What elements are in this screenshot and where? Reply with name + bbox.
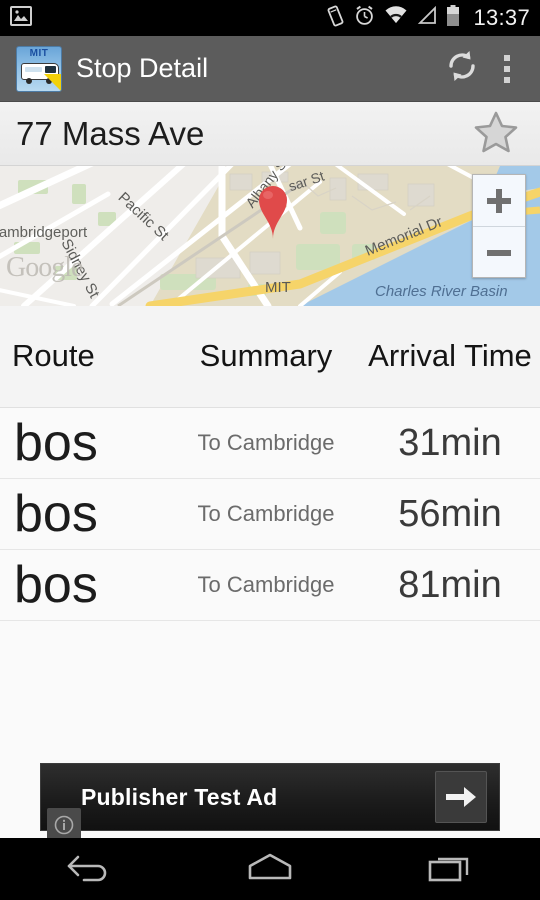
zoom-in-button[interactable] — [473, 175, 525, 226]
back-button[interactable] — [0, 838, 180, 900]
row-route: bos — [14, 485, 98, 543]
minus-icon — [487, 249, 511, 256]
map-zoom-controls — [472, 174, 526, 278]
arrivals-table: Route Summary Arrival Time bos To Cambri… — [0, 306, 540, 621]
overflow-menu-button[interactable] — [490, 41, 524, 97]
row-summary: To Cambridge — [197, 430, 335, 455]
refresh-icon — [443, 47, 481, 90]
wifi-icon — [384, 6, 408, 30]
back-icon — [66, 850, 114, 889]
row-summary: To Cambridge — [197, 572, 335, 597]
row-summary: To Cambridge — [197, 501, 335, 526]
ad-text: Publisher Test Ad — [81, 783, 278, 810]
column-header-summary: Summary — [199, 338, 333, 374]
phone-screen: 13:37 MIT Stop Detail 77 Mass Ave ambrid… — [0, 0, 540, 900]
stop-header: 77 Mass Ave — [0, 102, 540, 166]
app-icon-label: MIT — [29, 47, 49, 59]
row-arrival-time: 81min — [398, 563, 502, 606]
plus-icon — [487, 188, 511, 213]
google-watermark: Google — [6, 252, 83, 283]
page-title: Stop Detail — [76, 53, 209, 83]
status-bar: 13:37 — [0, 0, 540, 36]
table-row[interactable]: bos To Cambridge 81min — [0, 550, 540, 621]
refresh-button[interactable] — [434, 41, 490, 97]
favorite-button[interactable] — [468, 106, 524, 162]
row-arrival-time: 56min — [398, 492, 502, 535]
info-icon[interactable] — [47, 808, 81, 842]
action-bar: MIT Stop Detail — [0, 36, 540, 102]
vibrate-icon — [326, 5, 345, 32]
battery-icon — [446, 4, 460, 32]
row-route: bos — [14, 556, 98, 614]
bus-wheel-front — [26, 77, 32, 84]
signal-icon — [417, 5, 437, 30]
recents-button[interactable] — [360, 838, 540, 900]
overflow-menu-icon-dot2 — [504, 65, 510, 72]
home-icon — [243, 850, 297, 889]
overflow-menu-icon — [504, 54, 510, 61]
column-header-route: Route — [12, 338, 95, 374]
app-icon-corner-triangle — [44, 73, 61, 91]
image-icon — [10, 5, 32, 31]
star-outline-icon — [473, 109, 519, 158]
recents-icon — [425, 850, 475, 889]
status-bar-icons: 13:37 — [326, 4, 530, 32]
overflow-menu-icon-dot3 — [504, 76, 510, 83]
ad-banner[interactable]: Publisher Test Ad — [40, 763, 500, 842]
home-button[interactable] — [180, 838, 360, 900]
column-header-arrival-time: Arrival Time — [368, 338, 532, 374]
row-route: bos — [14, 414, 98, 472]
android-navigation-bar — [0, 838, 540, 900]
mit-bus-app-icon: MIT — [16, 45, 62, 92]
zoom-out-button[interactable] — [473, 227, 525, 278]
map-view[interactable]: Cambridgeport Pacific St Sidney St Alban… — [0, 166, 540, 306]
table-header-row: Route Summary Arrival Time — [0, 306, 540, 408]
table-row[interactable]: bos To Cambridge 31min — [0, 408, 540, 479]
table-row[interactable]: bos To Cambridge 56min — [0, 479, 540, 550]
arrow-right-icon — [446, 787, 476, 807]
ad-action-button[interactable] — [435, 771, 487, 823]
status-bar-clock: 13:37 — [473, 5, 530, 30]
row-arrival-time: 31min — [398, 421, 502, 464]
alarm-clock-icon — [354, 5, 375, 31]
stop-name: 77 Mass Ave — [16, 114, 205, 152]
status-bar-notifications — [10, 5, 326, 31]
map-pin-icon[interactable] — [255, 178, 291, 240]
